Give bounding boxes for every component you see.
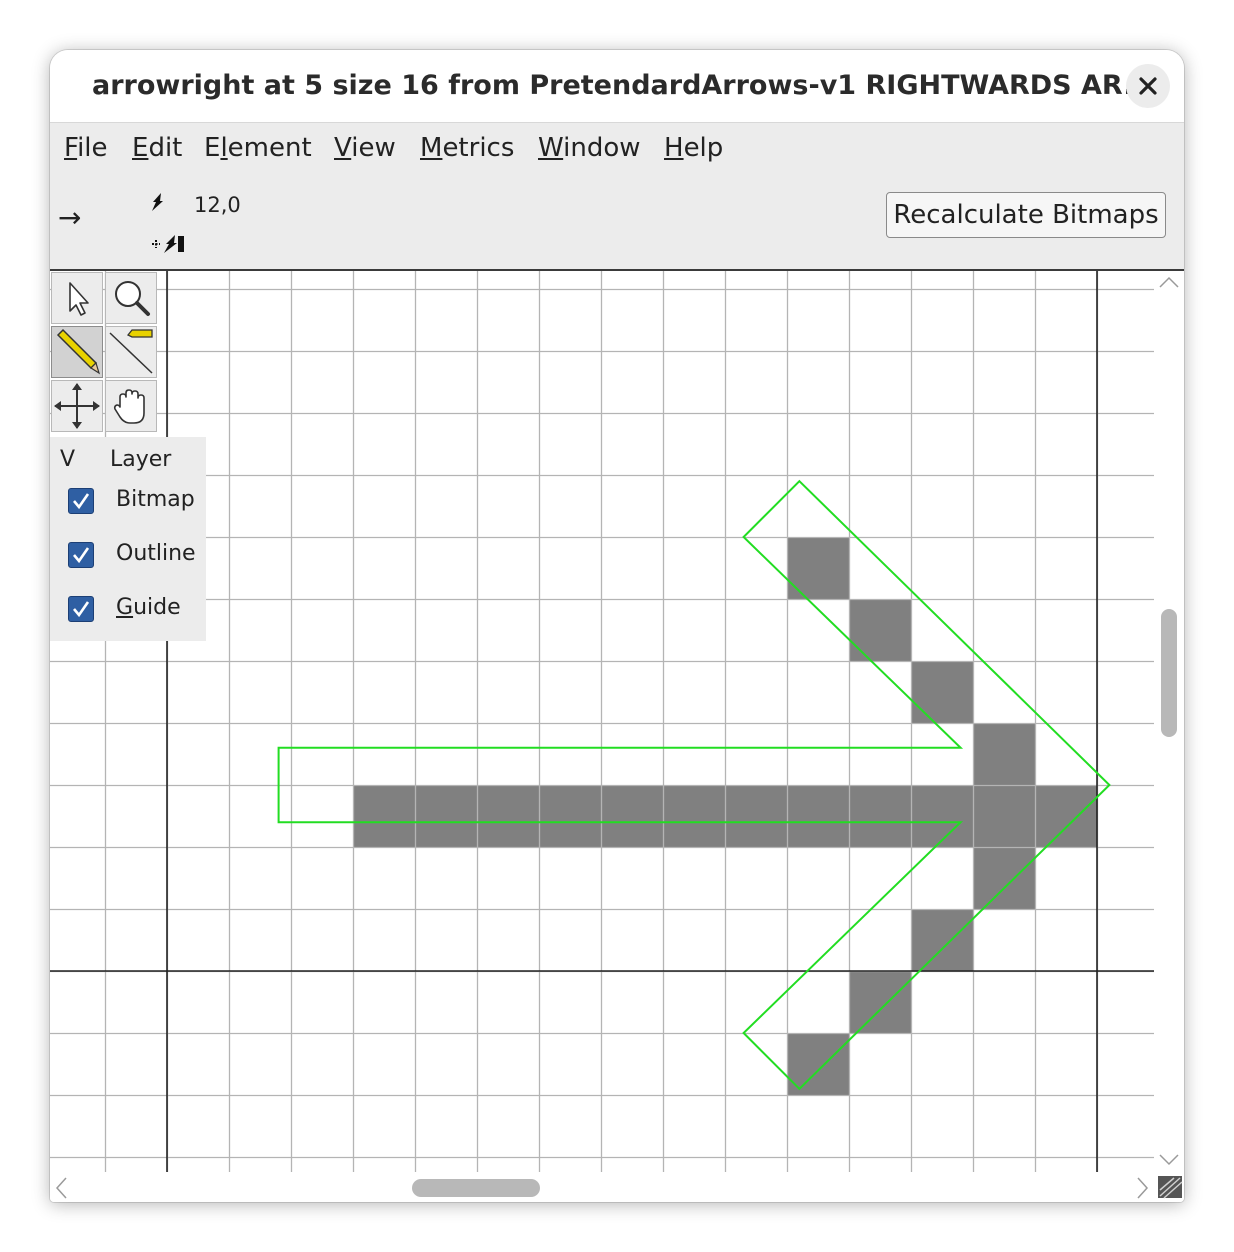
bitmap-pixel: [849, 599, 911, 661]
resize-grip-icon: [1158, 1176, 1183, 1199]
bitmap-pixel: [911, 785, 973, 847]
scroll-down-icon[interactable]: [1158, 1153, 1180, 1167]
vertical-scrollbar[interactable]: [1154, 271, 1184, 1172]
magnify-tool-button[interactable]: [105, 272, 157, 324]
cursor-position-icon: [152, 193, 163, 211]
vertical-scroll-thumb[interactable]: [1161, 609, 1177, 737]
checkmark-icon: [73, 601, 90, 618]
delta-position-icon: [152, 235, 184, 253]
current-glyph-preview: →: [58, 201, 82, 234]
scroll-left-icon[interactable]: [54, 1176, 68, 1200]
scroll-up-icon[interactable]: [1158, 275, 1180, 289]
pencil-icon: [56, 328, 101, 375]
scroll-tool-button[interactable]: [105, 380, 157, 432]
menu-help[interactable]: Help: [664, 133, 723, 163]
guide-layer-checkbox[interactable]: [68, 596, 94, 622]
shift-tool-button[interactable]: [51, 380, 103, 432]
bitmap-pixel: [539, 785, 601, 847]
bitmap-pixel: [477, 785, 539, 847]
tool-palette: [50, 271, 158, 433]
layer-visible-header: V: [60, 447, 76, 472]
menu-element[interactable]: Element: [204, 133, 312, 163]
bitmap-pixel: [415, 785, 477, 847]
menu-edit[interactable]: Edit: [132, 133, 182, 163]
bitmap-pixel: [849, 785, 911, 847]
line-tool-button[interactable]: [105, 326, 157, 378]
bitmap-pixel: [911, 909, 973, 971]
pointer-tool-button[interactable]: [51, 272, 103, 324]
arrow-pointer-icon: [69, 282, 89, 316]
horizontal-scrollbar[interactable]: [50, 1172, 1154, 1202]
bitmap-layer-label: Bitmap: [116, 487, 195, 512]
bitmap-pixel: [849, 971, 911, 1033]
bitmap-pixel: [973, 847, 1035, 909]
outline-layer-label: Outline: [116, 541, 196, 566]
bitmap-pixel: [911, 661, 973, 723]
bitmap-pixel: [601, 785, 663, 847]
menu-view[interactable]: View: [334, 133, 396, 163]
guide-layer-label: Guide: [116, 595, 181, 620]
layer-name-header: Layer: [110, 447, 172, 472]
bitmap-pixel: [1035, 785, 1097, 847]
resize-grip[interactable]: [1154, 1172, 1184, 1202]
bitmap-pixel: [353, 785, 415, 847]
title-bar: arrowright at 5 size 16 from PretendardA…: [50, 50, 1184, 123]
bitmap-pixel: [973, 785, 1035, 847]
cursor-coordinates: 12,0: [194, 193, 241, 217]
menu-metrics[interactable]: Metrics: [420, 133, 514, 163]
close-icon: [1139, 77, 1157, 95]
pencil-tool-button[interactable]: [51, 326, 103, 378]
bitmap-pixel: [663, 785, 725, 847]
checkmark-icon: [73, 493, 90, 510]
menu-bar: File Edit Element View Metrics Window He…: [50, 123, 1184, 175]
move-arrows-icon: [54, 383, 100, 429]
magnifier-icon: [115, 281, 150, 316]
hand-icon: [113, 389, 145, 424]
outline-layer-checkbox[interactable]: [68, 542, 94, 568]
info-toolbar: → 12,0 Recalculate Bitmaps: [50, 175, 1184, 271]
layer-panel: V Layer Bitmap Outline Guide: [50, 437, 206, 641]
bitmap-pixel: [725, 785, 787, 847]
window-title: arrowright at 5 size 16 from PretendardA…: [92, 70, 1154, 101]
horizontal-scroll-thumb[interactable]: [412, 1179, 540, 1197]
bitmap-editor-window: arrowright at 5 size 16 from PretendardA…: [50, 50, 1184, 1202]
close-button[interactable]: [1126, 64, 1170, 108]
recalculate-bitmaps-button[interactable]: Recalculate Bitmaps: [886, 192, 1166, 238]
menu-file[interactable]: File: [64, 133, 108, 163]
checkmark-icon: [73, 547, 90, 564]
menu-window[interactable]: Window: [538, 133, 641, 163]
scroll-right-icon[interactable]: [1136, 1176, 1150, 1200]
bitmap-layer-checkbox[interactable]: [68, 488, 94, 514]
bitmap-pixel: [973, 723, 1035, 785]
line-icon: [109, 329, 153, 374]
bitmap-edit-canvas[interactable]: [50, 271, 1154, 1172]
bitmap-pixel: [787, 785, 849, 847]
bitmap-pixel: [787, 537, 849, 599]
